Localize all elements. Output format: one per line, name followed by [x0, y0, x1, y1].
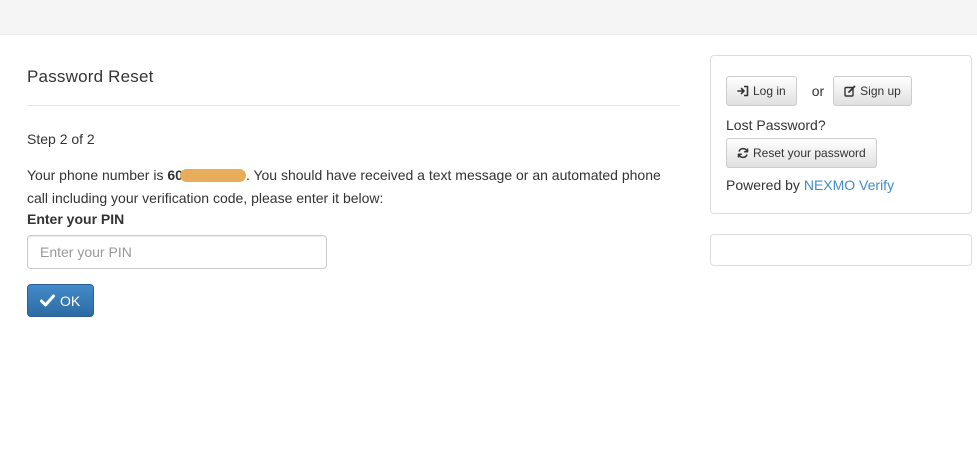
phone-redaction — [179, 169, 246, 182]
message-prefix: Your phone number is — [27, 167, 168, 183]
signup-button[interactable]: Sign up — [833, 76, 912, 106]
nexmo-verify-link[interactable]: NEXMO Verify — [804, 177, 894, 193]
powered-by: Powered by NEXMO Verify — [726, 176, 956, 194]
empty-panel — [710, 234, 972, 266]
pin-label: Enter your PIN — [27, 211, 125, 227]
sidebar: Log in or Sign up Lost Password? Reset y… — [710, 55, 972, 266]
pin-input[interactable] — [27, 235, 327, 269]
powered-by-text: Powered by — [726, 177, 804, 193]
reset-password-button[interactable]: Reset your password — [726, 138, 877, 168]
main-content: Password Reset Step 2 of 2 Your phone nu… — [27, 35, 680, 317]
refresh-icon — [737, 147, 749, 159]
lost-password-label: Lost Password? — [726, 117, 826, 133]
or-separator: or — [811, 83, 825, 99]
login-icon — [737, 85, 749, 97]
reset-password-button-label: Reset your password — [753, 146, 866, 160]
page-title: Password Reset — [27, 67, 154, 86]
top-navbar — [0, 0, 977, 35]
verification-message: Your phone number is 60. You should have… — [27, 164, 680, 210]
login-button-label: Log in — [753, 84, 786, 98]
signup-button-label: Sign up — [860, 84, 901, 98]
ok-button[interactable]: OK — [27, 284, 95, 317]
login-button[interactable]: Log in — [726, 76, 797, 106]
auth-row: Log in or Sign up — [726, 76, 956, 106]
checkmark-icon — [40, 294, 55, 307]
account-panel: Log in or Sign up Lost Password? Reset y… — [710, 55, 972, 214]
ok-button-label: OK — [60, 292, 81, 309]
edit-icon — [844, 85, 856, 97]
title-divider — [27, 105, 680, 106]
step-indicator: Step 2 of 2 — [27, 131, 95, 147]
